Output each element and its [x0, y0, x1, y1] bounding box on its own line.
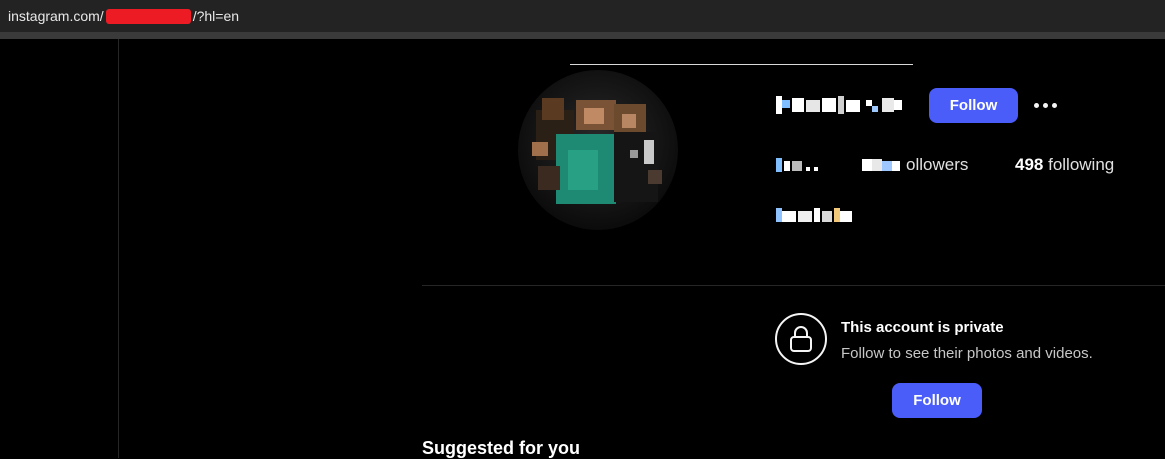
followers-count-redacted — [862, 159, 900, 171]
url-prefix: instagram.com/ — [8, 8, 104, 24]
suggested-heading: Suggested for you — [422, 438, 581, 458]
profile-avatar[interactable] — [518, 70, 678, 230]
sidebar-divider — [118, 39, 119, 458]
username-redacted — [776, 96, 902, 114]
posts-count-redacted — [776, 158, 818, 172]
full-name-redacted — [776, 208, 852, 222]
url-suffix: /?hl=en — [192, 8, 240, 24]
lock-icon — [775, 313, 827, 365]
follow-button-private[interactable]: Follow — [892, 383, 982, 418]
top-divider — [570, 64, 913, 65]
following-count: 498 — [1015, 155, 1044, 174]
private-account-subtitle: Follow to see their photos and videos. — [841, 345, 1093, 362]
following-stat[interactable]: 498 following — [1015, 155, 1114, 175]
url-redaction — [105, 8, 191, 24]
private-account-title: This account is private — [841, 319, 1004, 336]
browser-toolbar-strip — [0, 32, 1165, 39]
section-divider — [422, 285, 1165, 286]
followers-label[interactable]: ollowers — [906, 155, 968, 175]
more-horizontal-icon[interactable] — [1030, 94, 1060, 116]
address-bar[interactable]: instagram.com/ /?hl=en — [0, 0, 1165, 32]
following-label: following — [1043, 155, 1115, 174]
follow-button[interactable]: Follow — [929, 88, 1018, 123]
